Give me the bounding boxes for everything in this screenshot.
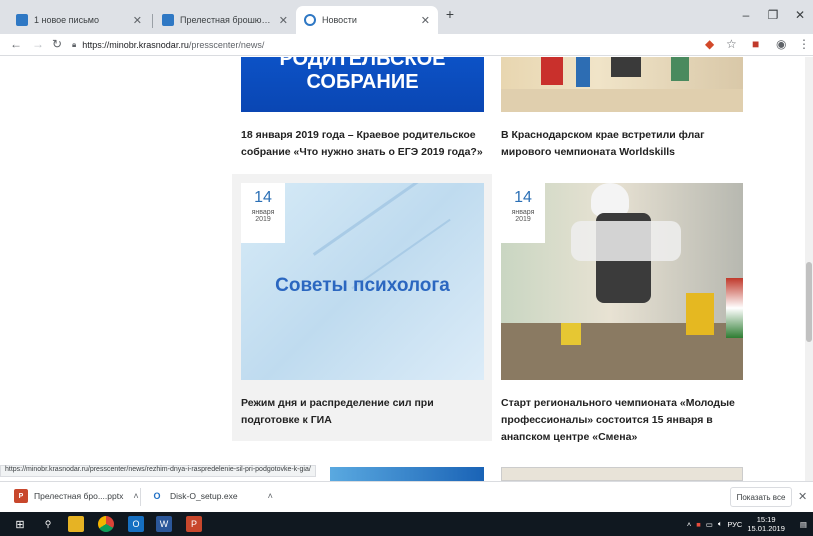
tab-divider (152, 14, 153, 28)
powerpoint-icon[interactable]: P (186, 516, 202, 532)
chevron-up-icon[interactable]: ˄ (268, 491, 273, 501)
news-title[interactable]: Режим дня и распределение сил при подгот… (241, 395, 486, 429)
photo-floor (501, 89, 743, 112)
tab-brochure[interactable]: Прелестная брошюра в презен ✕ (154, 6, 296, 34)
clock-time: 15:19 (756, 515, 776, 524)
tab-title: Новости (322, 15, 357, 25)
address-bar[interactable]: 🔒︎ https://minobr.krasnodar.ru/presscent… (72, 35, 722, 54)
photo-tool (561, 323, 581, 345)
system-tray: ˄ ■ ▭ 🔈︎ РУС 15:19 15.01.2019 ▤ (687, 512, 807, 536)
scrollbar-thumb[interactable] (806, 262, 812, 342)
word-icon[interactable]: W (156, 516, 172, 532)
minimize-button[interactable]: – (736, 8, 756, 22)
network-icon[interactable]: ▭ (706, 520, 713, 529)
mail-favicon-icon (16, 14, 28, 26)
tab-strip: 1 новое письмо ✕ Прелестная брошюра в пр… (0, 0, 813, 34)
banner-text: Советы психолога (275, 275, 450, 296)
date-badge: 14 января 2019 (501, 183, 545, 243)
download-shelf: P Прелестная бро....pptx ˄ O Disk-O_setu… (0, 481, 813, 512)
language-indicator[interactable]: РУС (727, 520, 742, 529)
news-title[interactable]: Старт регионального чемпионата «Молодые … (501, 395, 746, 446)
status-url-tooltip: https://minobr.krasnodar.ru/presscenter/… (0, 465, 316, 477)
chrome-icon[interactable] (98, 516, 114, 532)
date-day: 14 (514, 189, 532, 206)
date-year: 2019 (515, 216, 531, 223)
bookmark-star-icon[interactable]: ☆ (726, 37, 737, 51)
notification-tray-icon[interactable]: ■ (696, 520, 701, 529)
extension-icon[interactable]: ◆ (705, 37, 714, 51)
download-item-exe[interactable]: O Disk-O_setup.exe ˄ (150, 489, 273, 503)
download-item-pptx[interactable]: P Прелестная бро....pptx ˄ (14, 489, 139, 503)
date-day: 14 (254, 189, 272, 206)
windows-start-icon[interactable]: ⊞ (12, 516, 28, 532)
news-image-worldskills-flag[interactable] (501, 57, 743, 112)
photo-figure (671, 57, 689, 81)
tab-title: 1 новое письмо (34, 15, 99, 25)
date-badge: 14 января 2019 (241, 183, 285, 243)
tab-news[interactable]: Новости ✕ (296, 6, 438, 34)
photo-figure (611, 57, 641, 77)
close-window-button[interactable]: ✕ (790, 8, 810, 22)
reload-icon[interactable]: ↻ (52, 37, 62, 51)
date-month: января (511, 209, 535, 216)
photo-flag (726, 278, 743, 338)
site-favicon-icon (162, 14, 174, 26)
banner-line: РОДИТЕЛЬСКОЕ (279, 57, 446, 70)
photo-figure (576, 57, 590, 87)
close-tab-icon[interactable]: ✕ (421, 14, 430, 27)
action-center-icon[interactable]: ▤ (800, 520, 807, 529)
menu-icon[interactable]: ⋮ (798, 37, 810, 51)
maximize-button[interactable]: ❐ (763, 8, 783, 22)
news-title[interactable]: В Краснодарском крае встретили флаг миро… (501, 127, 746, 161)
volume-icon[interactable]: 🔈︎ (718, 519, 723, 529)
photo-tool (686, 293, 714, 335)
tray-expand-icon[interactable]: ˄ (687, 520, 691, 529)
news-image-next[interactable] (330, 467, 484, 481)
news-title[interactable]: 18 января 2019 года – Краевое родительск… (241, 127, 486, 161)
show-all-downloads-button[interactable]: Показать все (730, 487, 792, 507)
lock-icon: 🔒︎ (72, 39, 77, 49)
forward-icon[interactable]: → (32, 37, 44, 51)
browser-toolbar: ← → ↻ 🔒︎ https://minobr.krasnodar.ru/pre… (0, 34, 813, 56)
photo-figure (541, 57, 563, 85)
page-scrollbar[interactable] (805, 57, 813, 481)
news-image-next[interactable] (501, 467, 743, 481)
url-host: https://minobr.krasnodar.ru (82, 39, 189, 50)
tab-mail[interactable]: 1 новое письмо ✕ (8, 6, 150, 34)
photo-shirt (571, 221, 681, 261)
powerpoint-file-icon: P (14, 489, 28, 503)
clock-date: 15.01.2019 (747, 524, 785, 533)
disk-o-file-icon: O (150, 489, 164, 503)
download-filename: Прелестная бро....pptx (34, 491, 124, 501)
download-filename: Disk-O_setup.exe (170, 491, 238, 501)
clock[interactable]: 15:19 15.01.2019 (747, 515, 785, 533)
close-tab-icon[interactable]: ✕ (133, 14, 142, 27)
banner-line: СОБРАНИЕ (306, 71, 419, 93)
back-icon[interactable]: ← (10, 37, 22, 51)
file-explorer-icon[interactable] (68, 516, 84, 532)
tab-title: Прелестная брошюра в презен (180, 15, 273, 25)
date-month: января (251, 209, 275, 216)
close-tab-icon[interactable]: ✕ (279, 14, 288, 27)
date-year: 2019 (255, 216, 271, 223)
shelf-divider (140, 488, 141, 506)
profile-icon[interactable]: ◉ (776, 37, 786, 51)
outlook-icon[interactable]: O (128, 516, 144, 532)
new-tab-button[interactable]: + (440, 6, 460, 22)
close-shelf-icon[interactable]: ✕ (798, 490, 807, 503)
page-content: РОДИТЕЛЬСКОЕ СОБРАНИЕ 18 января 2019 год… (0, 57, 805, 481)
url-path: /presscenter/news/ (188, 39, 265, 50)
photo-helmet (591, 183, 629, 217)
extension-badge-icon[interactable]: ■ (752, 37, 759, 51)
site-favicon-icon (304, 14, 316, 26)
windows-taskbar: ⊞ ⚲ O W P ˄ ■ ▭ 🔈︎ РУС 15:19 15.01.2019 … (0, 512, 813, 536)
chevron-up-icon[interactable]: ˄ (133, 491, 138, 501)
news-image-parent-meeting[interactable]: РОДИТЕЛЬСКОЕ СОБРАНИЕ (241, 57, 484, 112)
search-icon[interactable]: ⚲ (40, 516, 56, 532)
